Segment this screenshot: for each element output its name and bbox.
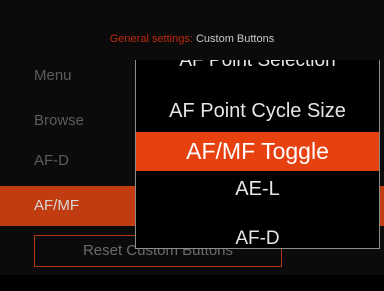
- menu-item-label: Browse: [34, 112, 85, 129]
- dropdown-option-af-mf-toggle[interactable]: AF/MF Toggle: [136, 132, 379, 171]
- dropdown-option-af-point-cycle-size[interactable]: AF Point Cycle Size: [136, 94, 379, 128]
- menu-item-label: AF/MF: [34, 197, 79, 214]
- dropdown-option-af-point-selection[interactable]: AF Point Selection: [136, 60, 379, 72]
- header-prefix: General settings:: [109, 33, 193, 45]
- screen: General settings: Custom Buttons Menu Br…: [0, 0, 384, 291]
- dropdown-option-af-d[interactable]: AF-D: [136, 228, 379, 248]
- button-function-dropdown[interactable]: AF Point Selection AF Point Cycle Size A…: [135, 60, 380, 249]
- menu-item-label: AF-D: [34, 152, 69, 169]
- settings-panel: General settings: Custom Buttons Menu Br…: [0, 0, 384, 275]
- dropdown-option-ae-l[interactable]: AE-L: [136, 172, 379, 206]
- dropdown-option-clip: AF Point Selection: [136, 60, 379, 74]
- page-title: Custom Buttons: [195, 33, 275, 45]
- menu-item-label: Menu: [34, 67, 72, 84]
- page-header: General settings: Custom Buttons: [0, 33, 384, 45]
